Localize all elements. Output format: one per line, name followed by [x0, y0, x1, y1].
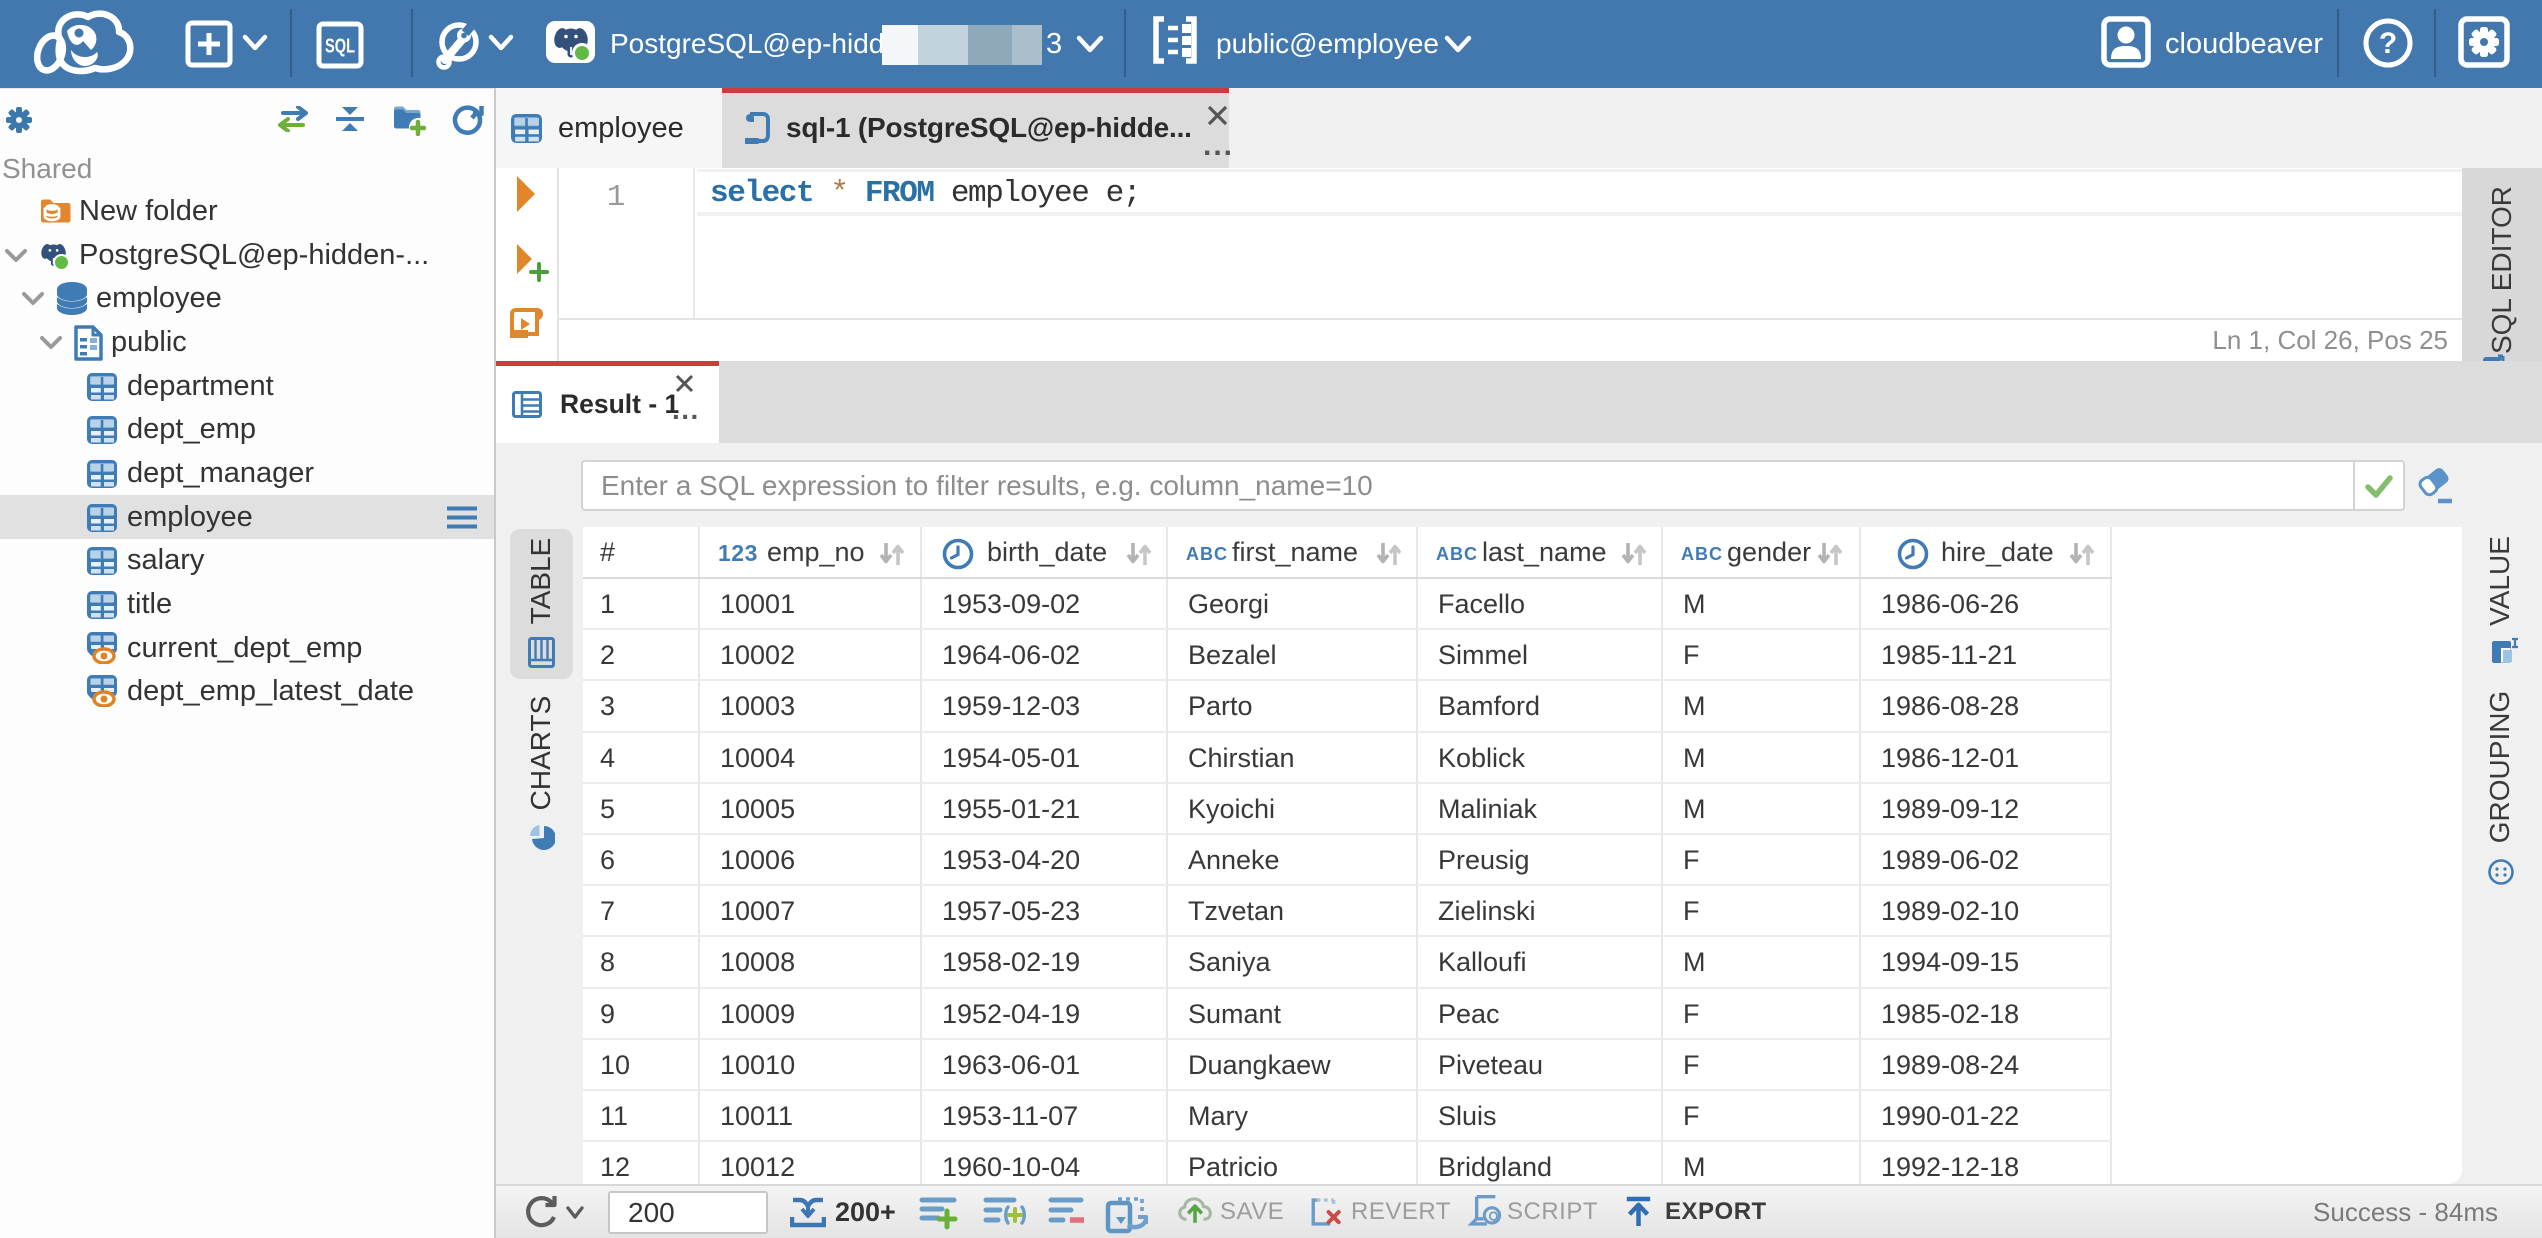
- svg-text:SQL: SQL: [325, 36, 355, 58]
- svg-text:Q: Q: [1489, 1209, 1499, 1224]
- svg-text:?: ?: [2379, 27, 2397, 60]
